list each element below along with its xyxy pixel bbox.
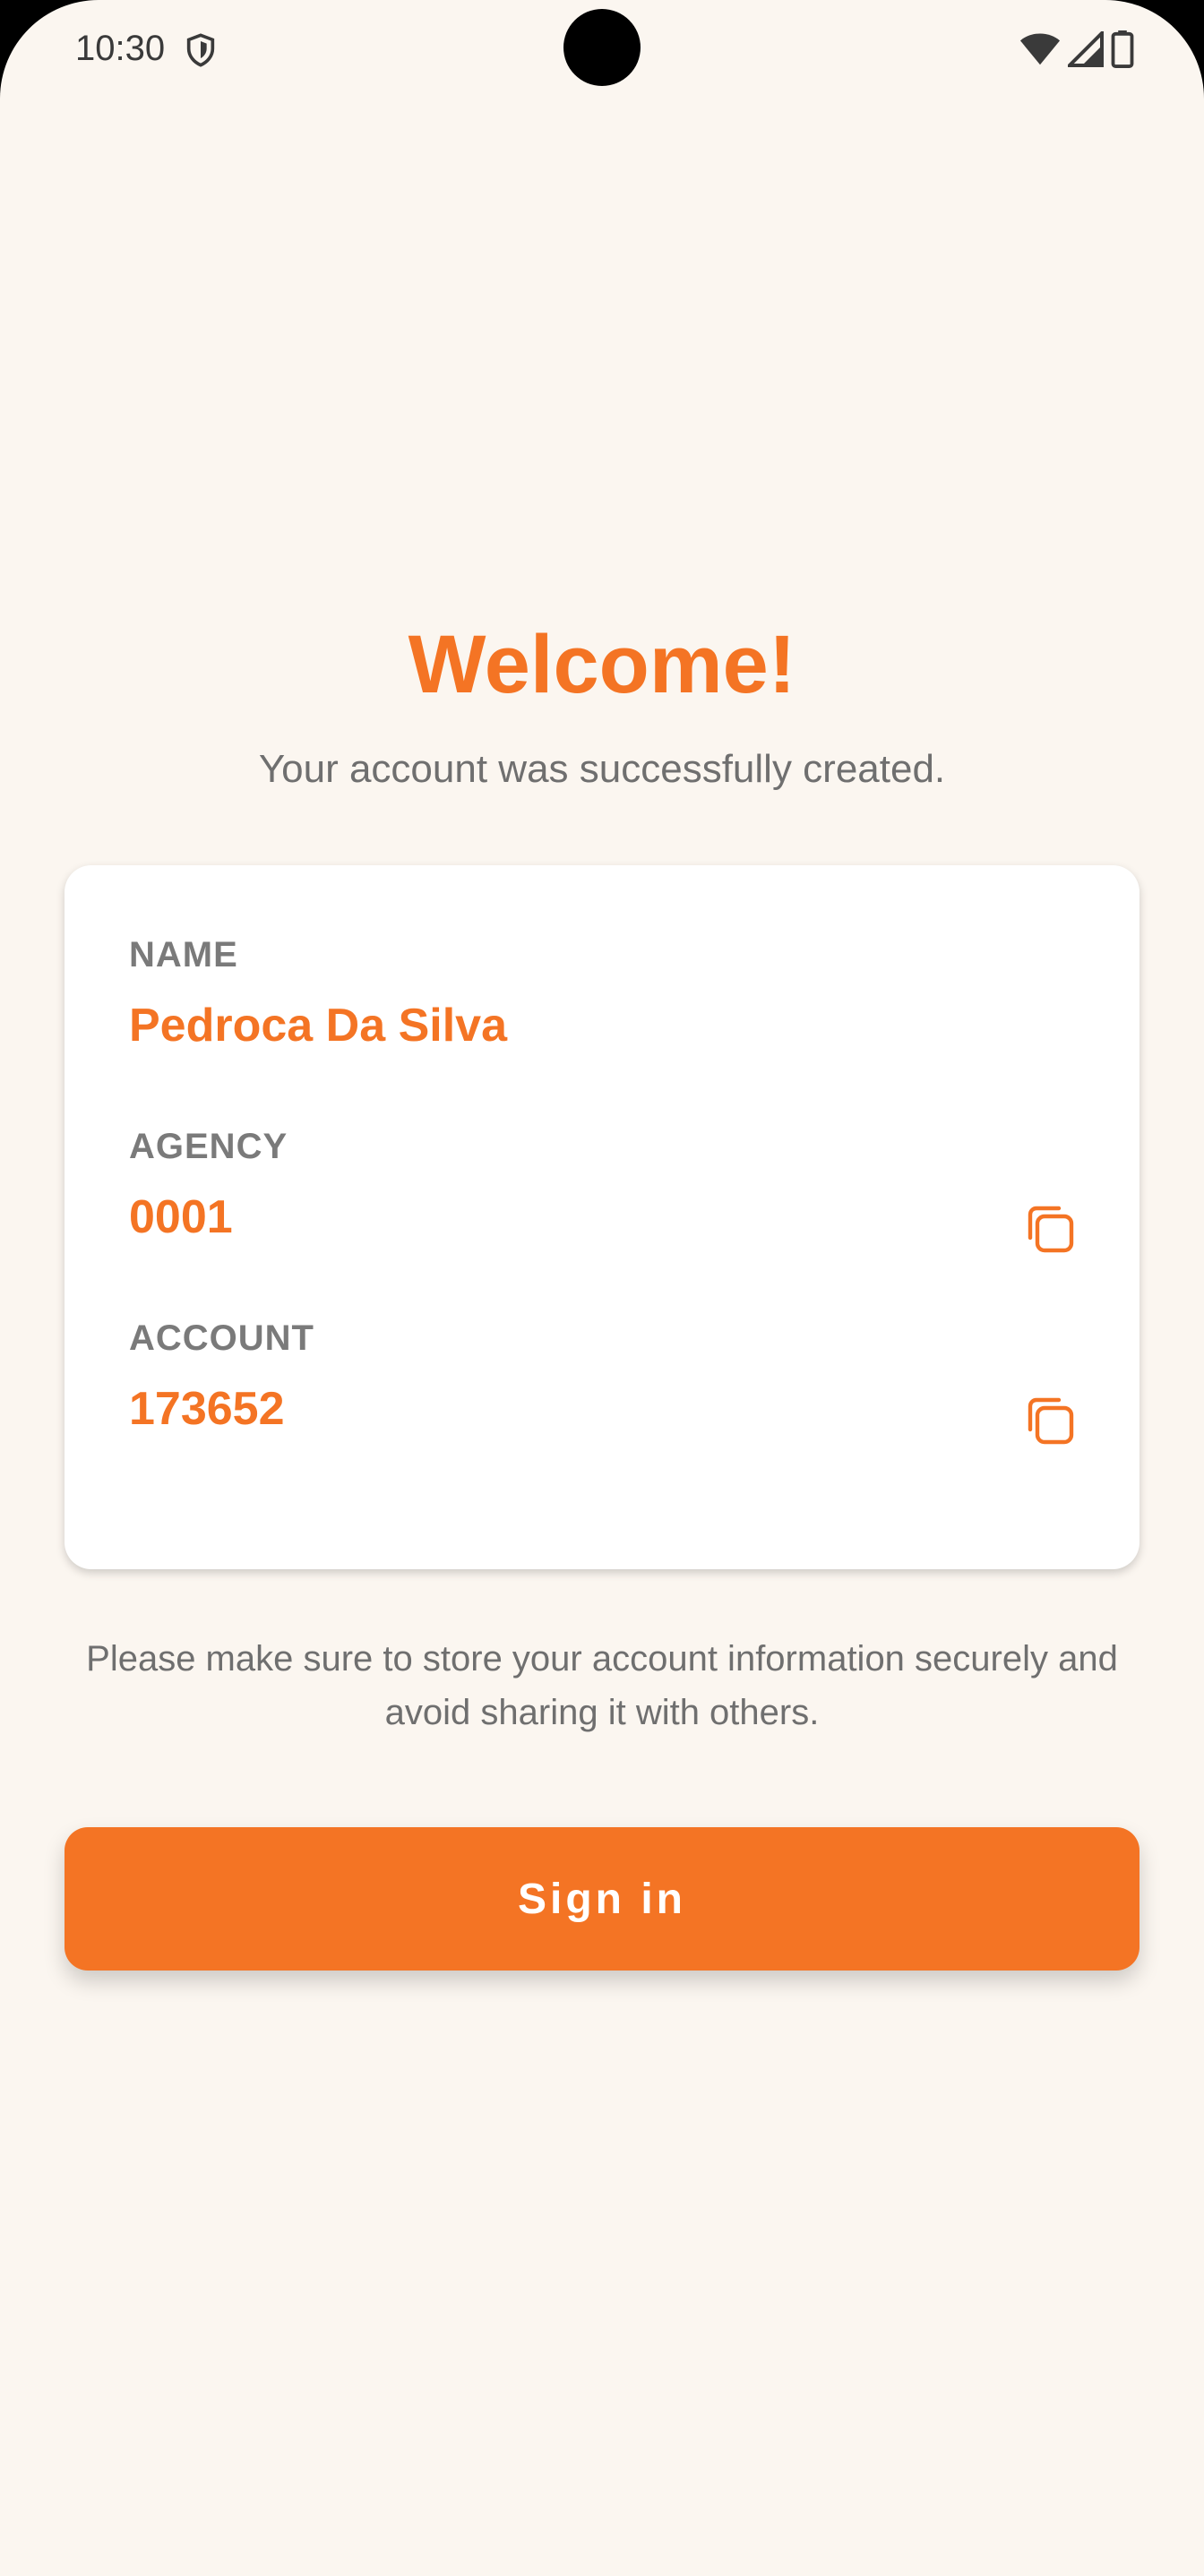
account-info-card: NAME Pedroca Da Silva AGENCY 0001 ACCOUN…: [64, 865, 1140, 1569]
battery-icon: [1111, 30, 1134, 68]
wifi-icon: [1019, 31, 1061, 67]
shield-icon: [183, 32, 219, 68]
signal-icon: [1068, 31, 1104, 67]
copy-icon: [1021, 1206, 1079, 1261]
security-notice: Please make sure to store your account i…: [86, 1639, 1118, 1732]
copy-icon: [1021, 1397, 1079, 1453]
name-label: NAME: [129, 935, 238, 975]
copy-agency-button[interactable]: [1021, 1200, 1079, 1258]
agency-label: AGENCY: [129, 1127, 288, 1166]
sign-in-button[interactable]: Sign in: [64, 1827, 1140, 1971]
name-field: NAME Pedroca Da Silva: [129, 935, 1075, 1052]
agency-field: AGENCY 0001: [129, 1127, 1075, 1253]
account-field: ACCOUNT 173652: [129, 1318, 1075, 1445]
status-icons: [1019, 30, 1134, 68]
status-time: 10:30: [75, 29, 166, 68]
account-value: 173652: [129, 1383, 285, 1435]
camera-cutout: [563, 9, 641, 86]
copy-account-button[interactable]: [1021, 1392, 1079, 1449]
welcome-subtitle: Your account was successfully created.: [258, 747, 946, 791]
agency-value: 0001: [129, 1191, 233, 1243]
welcome-title: Welcome!: [408, 619, 796, 710]
account-label: ACCOUNT: [129, 1318, 314, 1358]
status-bar: 10:30: [0, 0, 1204, 99]
app-screen: 10:30 Welcome! Your account was successf…: [0, 0, 1204, 2576]
name-value: Pedroca Da Silva: [129, 1000, 507, 1052]
